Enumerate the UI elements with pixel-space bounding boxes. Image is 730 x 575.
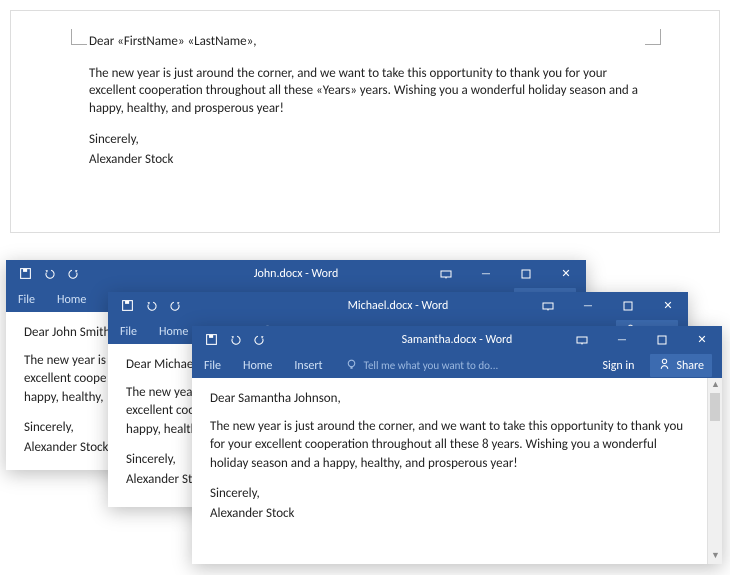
ribbon-display-icon[interactable] xyxy=(426,260,466,287)
doc-body: The new year is just around the corner, … xyxy=(210,418,692,473)
redo-icon[interactable] xyxy=(66,267,80,281)
ribbon-display-icon[interactable] xyxy=(562,326,602,353)
doc-signature: Alexander Stock xyxy=(210,505,692,523)
doc-signoff: Sincerely, xyxy=(210,485,692,503)
share-button[interactable]: Share xyxy=(650,354,712,377)
quick-access-toolbar xyxy=(108,299,182,313)
tell-me-placeholder: Tell me what you want to do... xyxy=(364,359,499,372)
sign-in-link[interactable]: Sign in xyxy=(602,359,634,373)
scroll-down-arrow-icon[interactable]: ▼ xyxy=(708,549,722,564)
share-icon xyxy=(658,357,671,374)
quick-access-toolbar xyxy=(192,333,266,347)
template-signoff: Sincerely, xyxy=(89,131,643,149)
vertical-scrollbar[interactable]: ▲ ▼ xyxy=(707,378,722,564)
minimize-button[interactable]: — xyxy=(602,326,642,353)
title-bar[interactable]: Michael.docx - Word — ✕ xyxy=(108,292,688,319)
redo-icon[interactable] xyxy=(252,333,266,347)
tab-insert[interactable]: Insert xyxy=(294,359,322,373)
undo-icon[interactable] xyxy=(42,267,56,281)
lightbulb-icon xyxy=(345,358,358,374)
redo-icon[interactable] xyxy=(168,299,182,313)
tab-file[interactable]: File xyxy=(18,293,35,307)
crop-mark-tl xyxy=(71,29,87,45)
close-button[interactable]: ✕ xyxy=(546,260,586,287)
window-controls: — ✕ xyxy=(528,292,688,319)
minimize-button[interactable]: — xyxy=(466,260,506,287)
quick-access-toolbar xyxy=(6,267,80,281)
ribbon: File Home Insert Tell me what you want t… xyxy=(192,353,722,378)
template-document: Dear «FirstName» «LastName», The new yea… xyxy=(10,10,720,233)
tab-home[interactable]: Home xyxy=(159,325,188,339)
close-button[interactable]: ✕ xyxy=(682,326,722,353)
template-body: The new year is just around the corner, … xyxy=(89,65,643,118)
undo-icon[interactable] xyxy=(228,333,242,347)
tab-home[interactable]: Home xyxy=(57,293,86,307)
ribbon-right: Sign in Share xyxy=(602,354,712,377)
maximize-button[interactable] xyxy=(506,260,546,287)
window-controls: — ✕ xyxy=(426,260,586,287)
crop-mark-tr xyxy=(645,29,661,45)
title-bar[interactable]: John.docx - Word — ✕ xyxy=(6,260,586,287)
window-controls: — ✕ xyxy=(562,326,722,353)
maximize-button[interactable] xyxy=(608,292,648,319)
minimize-button[interactable]: — xyxy=(568,292,608,319)
title-bar[interactable]: Samantha.docx - Word — ✕ xyxy=(192,326,722,353)
word-window-samantha[interactable]: Samantha.docx - Word — ✕ File Home Inser… xyxy=(192,326,722,564)
close-button[interactable]: ✕ xyxy=(648,292,688,319)
template-page: Dear «FirstName» «LastName», The new yea… xyxy=(89,33,643,182)
tab-file[interactable]: File xyxy=(120,325,137,339)
save-icon[interactable] xyxy=(120,299,134,313)
undo-icon[interactable] xyxy=(144,299,158,313)
document-body[interactable]: Dear Samantha Johnson, The new year is j… xyxy=(192,378,722,564)
maximize-button[interactable] xyxy=(642,326,682,353)
tab-home[interactable]: Home xyxy=(243,359,272,373)
doc-greeting: Dear Samantha Johnson, xyxy=(210,390,692,408)
template-signature: Alexander Stock xyxy=(89,151,643,169)
scroll-up-arrow-icon[interactable]: ▲ xyxy=(708,378,722,393)
ribbon-display-icon[interactable] xyxy=(528,292,568,319)
save-icon[interactable] xyxy=(18,267,32,281)
save-icon[interactable] xyxy=(204,333,218,347)
share-label: Share xyxy=(676,359,704,373)
tab-file[interactable]: File xyxy=(204,359,221,373)
tell-me-search[interactable]: Tell me what you want to do... xyxy=(345,358,499,374)
template-greeting: Dear «FirstName» «LastName», xyxy=(89,33,643,51)
scroll-thumb[interactable] xyxy=(710,393,720,421)
